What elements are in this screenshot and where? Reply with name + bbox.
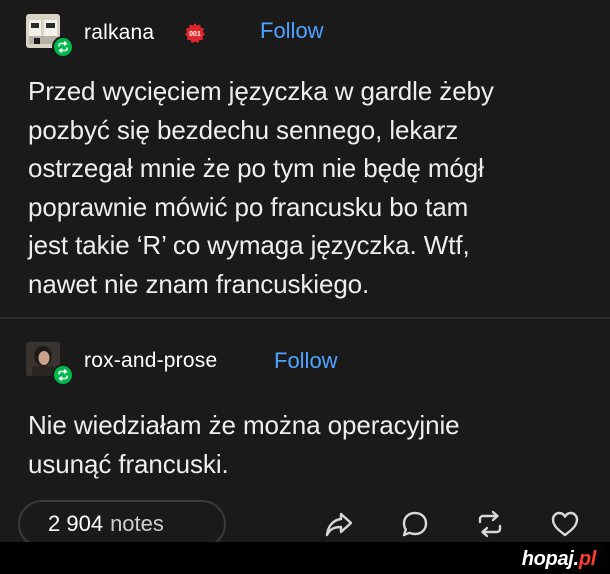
post-body-text: Przed wycięciem języczka w gardle żeby p… xyxy=(28,76,494,299)
badge-text: 001 xyxy=(189,31,201,38)
post-body-text: Nie wiedziałam że można operacyjnie usun… xyxy=(28,410,460,479)
watermark-bar xyxy=(0,542,610,574)
watermark: hopaj.pl xyxy=(521,548,597,571)
watermark-name: hopaj xyxy=(521,548,574,570)
post-divider xyxy=(0,317,610,319)
follow-button[interactable]: Follow xyxy=(260,18,324,44)
avatar[interactable] xyxy=(26,342,74,386)
reply-icon[interactable] xyxy=(400,509,430,539)
username[interactable]: rox-and-prose xyxy=(84,349,217,373)
notes-count: 2 904 xyxy=(48,511,104,536)
watermark-tld: pl xyxy=(578,548,596,570)
avatar[interactable] xyxy=(26,14,74,58)
like-icon[interactable] xyxy=(550,509,580,539)
notes-button[interactable]: 2 904 notes xyxy=(18,500,226,548)
reblog-badge-icon xyxy=(52,364,74,386)
notes-label: notes xyxy=(110,511,164,536)
username[interactable]: ralkana xyxy=(84,21,154,45)
collectible-badge-icon: 001 xyxy=(185,23,205,43)
tumblr-post-screenshot: ralkana 001 Follow Przed wycięciem języc… xyxy=(0,0,610,574)
share-icon[interactable] xyxy=(324,509,354,539)
follow-button[interactable]: Follow xyxy=(274,348,338,374)
post-ralkana: ralkana 001 Follow Przed wycięciem języc… xyxy=(0,0,610,318)
reblog-icon[interactable] xyxy=(475,509,505,539)
reblog-badge-icon xyxy=(52,36,74,58)
